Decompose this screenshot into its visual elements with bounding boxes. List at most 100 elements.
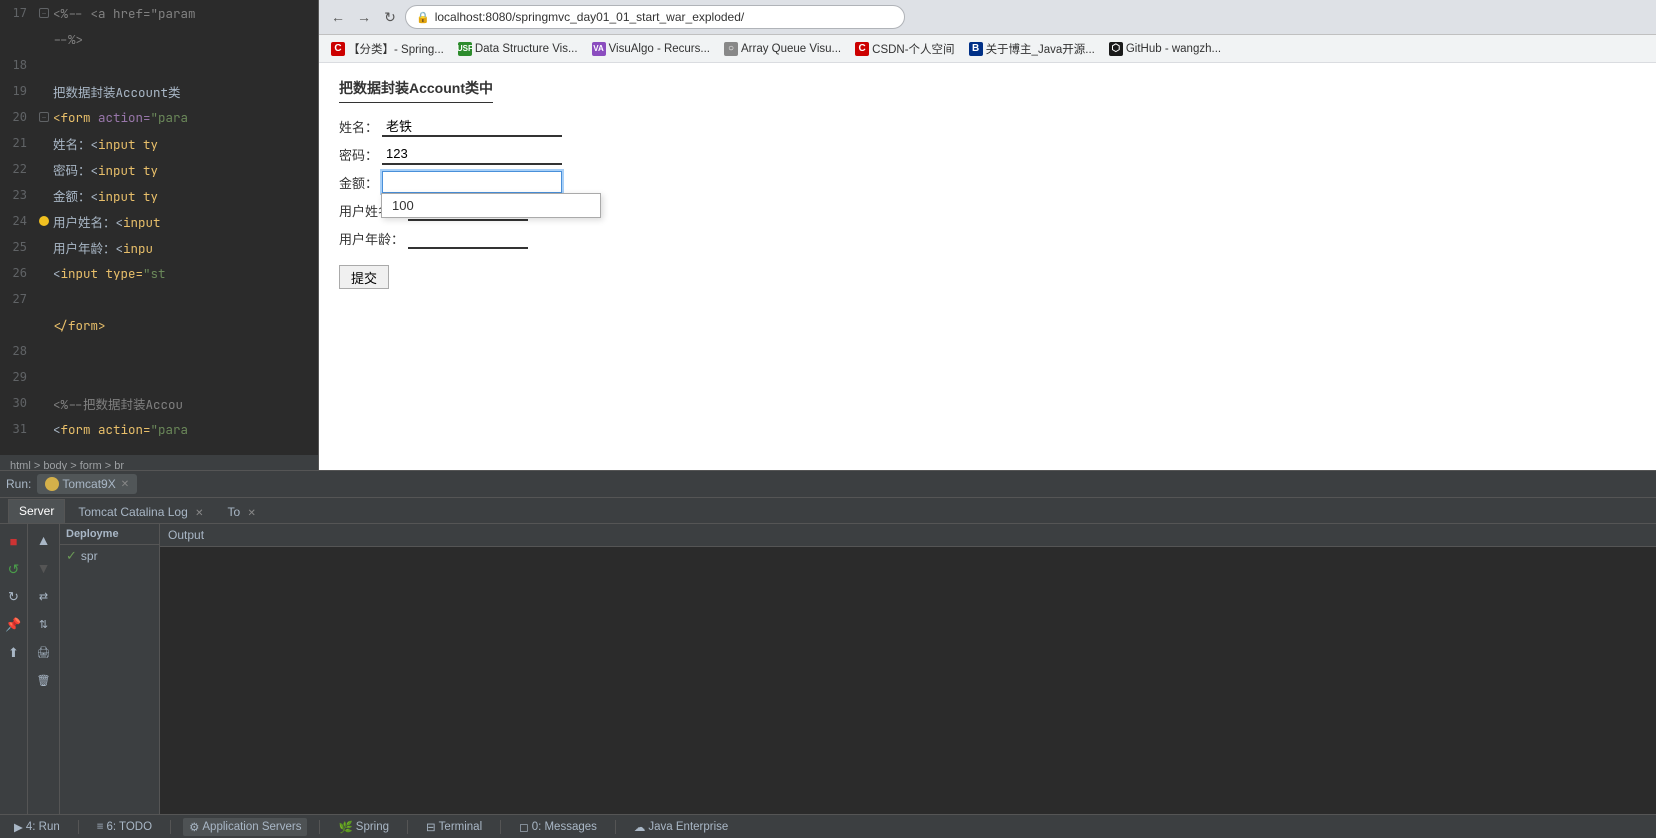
bookmark-spring-icon: C (331, 42, 345, 56)
bookmark-visoalgo[interactable]: VA VisuAlgo - Recurs... (586, 39, 716, 59)
status-todo[interactable]: ≡ 6: TODO (91, 819, 158, 835)
editor-line-23[interactable]: 23 金额：<input ty (0, 182, 318, 208)
run-toolbar: Run: Tomcat9X ✕ (0, 470, 1656, 498)
status-appservers[interactable]: ⚙ Application Servers (183, 818, 307, 836)
editor-line-25[interactable]: 25 用户年龄：<inpu (0, 234, 318, 260)
autocomplete-dropdown: 100 (381, 193, 601, 218)
print-btn[interactable]: 🖨 (32, 640, 56, 664)
line-number: 21 (0, 136, 35, 150)
line-code: 把数据封装Account类 (53, 82, 181, 101)
bookmark-spring[interactable]: C 【分类】- Spring... (325, 38, 450, 60)
bookmark-csdn[interactable]: C CSDN-个人空间 (849, 38, 960, 60)
line-number: 24 (0, 214, 35, 228)
tomcat-icon (45, 477, 59, 491)
editor-line-17b[interactable]: --%> (0, 26, 318, 52)
output-area: Output (160, 524, 1656, 838)
java-enterprise-icon: ☁ (634, 820, 646, 834)
wrap-btn[interactable]: ⇄ (32, 584, 56, 608)
pin-icon[interactable]: 📌 (3, 614, 25, 636)
terminal-icon: ⊟ (426, 820, 436, 834)
url-text: localhost:8080/springmvc_day01_01_start_… (435, 10, 745, 24)
run-tab-tomcat[interactable]: Tomcat9X ✕ (37, 474, 137, 494)
input-amount[interactable] (382, 171, 562, 193)
run-icon: ▶ (14, 820, 23, 834)
line-code: 金额：<input ty (53, 186, 158, 205)
editor-line-19[interactable]: 19 把数据封装Account类 (0, 78, 318, 104)
panel-tab-server[interactable]: Server (8, 499, 65, 523)
panel-tab-server-label: Server (19, 504, 54, 518)
bottom-panel: Run: Tomcat9X ✕ Server Tomcat Catalina L… (0, 470, 1656, 838)
panel-tab-to[interactable]: To ✕ (216, 500, 266, 523)
editor-line-21[interactable]: 21 姓名：<input ty (0, 130, 318, 156)
label-name: 姓名： (339, 117, 378, 136)
form-row-userage: 用户年龄： (339, 227, 1636, 249)
scroll-up-btn[interactable]: ▲ (32, 528, 56, 552)
status-spring[interactable]: 🌿 Spring (332, 818, 395, 836)
fold-icon[interactable]: − (35, 8, 53, 18)
bookmark-array[interactable]: ○ Array Queue Visu... (718, 39, 847, 59)
status-messages[interactable]: ◻ 0: Messages (513, 818, 603, 836)
editor-line-17[interactable]: 17 − <%-- <a href="param (0, 0, 318, 26)
clear-btn[interactable]: 🗑 (32, 668, 56, 692)
breadcrumb: html > body > form > br (0, 455, 318, 470)
editor-line-27[interactable]: 27 (0, 286, 318, 312)
panel-tab-catalina-close[interactable]: ✕ (195, 508, 203, 519)
bookmark-github[interactable]: ⬡ GitHub - wangzh... (1103, 39, 1227, 59)
submit-button[interactable]: 提交 (339, 265, 389, 289)
editor-line-form-close[interactable]: </form> (0, 312, 318, 338)
editor-line-29[interactable]: 29 (0, 364, 318, 390)
forward-button[interactable]: → (353, 6, 375, 28)
lock-icon: 🔒 (416, 11, 430, 24)
editor-line-26[interactable]: 26 <input type="st (0, 260, 318, 286)
line-code: <%--把数据封装Accou (53, 394, 183, 413)
status-sep-6 (615, 820, 616, 834)
autocomplete-item-100[interactable]: 100 (382, 194, 600, 217)
panel-tab-to-close[interactable]: ✕ (248, 508, 256, 519)
editor-line-24[interactable]: 24 用户姓名：<input (0, 208, 318, 234)
input-userage[interactable] (408, 227, 528, 249)
bookmark-blog-label: 关于博主_Java开源... (986, 41, 1095, 57)
editor-line-20[interactable]: 20 − <form action="para (0, 104, 318, 130)
update-icon[interactable]: ↻ (3, 586, 25, 608)
address-bar[interactable]: 🔒 localhost:8080/springmvc_day01_01_star… (405, 5, 905, 29)
input-name[interactable] (382, 115, 562, 137)
deployment-item[interactable]: ✓ spr (60, 545, 159, 567)
panel-tab-catalina[interactable]: Tomcat Catalina Log ✕ (67, 500, 214, 523)
panel-tabs-row: Server Tomcat Catalina Log ✕ To ✕ (0, 498, 1656, 524)
form-row-password: 密码： (339, 143, 1636, 165)
line-number: 17 (0, 6, 35, 20)
editor-line-28[interactable]: 28 (0, 338, 318, 364)
editor-line-31[interactable]: 31 <form action="para (0, 416, 318, 442)
todo-icon: ≡ (97, 821, 104, 833)
messages-icon: ◻ (519, 820, 529, 834)
breadcrumb-html[interactable]: html > body > form > br (10, 460, 124, 470)
deployment-header: Deployme (60, 524, 159, 545)
breakpoint-icon[interactable] (35, 216, 53, 226)
restart-icon[interactable]: ↺ (3, 558, 25, 580)
status-terminal[interactable]: ⊟ Terminal (420, 818, 488, 836)
editor-line-30[interactable]: 30 <%--把数据封装Accou (0, 390, 318, 416)
bookmarks-bar: C 【分类】- Spring... USF Data Structure Vis… (319, 35, 1656, 63)
fold-arrow-icon[interactable]: − (39, 8, 49, 18)
line-code: 姓名：<input ty (53, 134, 158, 153)
status-run[interactable]: ▶ 4: Run (8, 818, 66, 836)
scroll-down-btn[interactable]: ▼ (32, 556, 56, 580)
status-java-enterprise[interactable]: ☁ Java Enterprise (628, 818, 734, 836)
deploy-icon[interactable]: ⬆ (3, 642, 25, 664)
run-tab-close[interactable]: ✕ (121, 479, 129, 490)
rerun-icon[interactable]: ■ (3, 530, 25, 552)
status-terminal-label: Terminal (439, 821, 482, 833)
action-icons: ▲ ▼ ⇄ ⇅ 🖨 🗑 (28, 524, 60, 838)
refresh-button[interactable]: ↻ (379, 6, 401, 28)
bookmark-ds[interactable]: USF Data Structure Vis... (452, 39, 584, 59)
fold-arrow-icon2[interactable]: − (39, 112, 49, 122)
label-userage: 用户年龄： (339, 229, 404, 248)
editor-line-18[interactable]: 18 (0, 52, 318, 78)
bookmark-blog[interactable]: B 关于博主_Java开源... (963, 38, 1101, 60)
filter-btn[interactable]: ⇅ (32, 612, 56, 636)
editor-line-22[interactable]: 22 密码：<input ty (0, 156, 318, 182)
fold-icon[interactable]: − (35, 112, 53, 122)
line-code: <%-- <a href="param (53, 5, 196, 22)
input-password[interactable] (382, 143, 562, 165)
back-button[interactable]: ← (327, 6, 349, 28)
